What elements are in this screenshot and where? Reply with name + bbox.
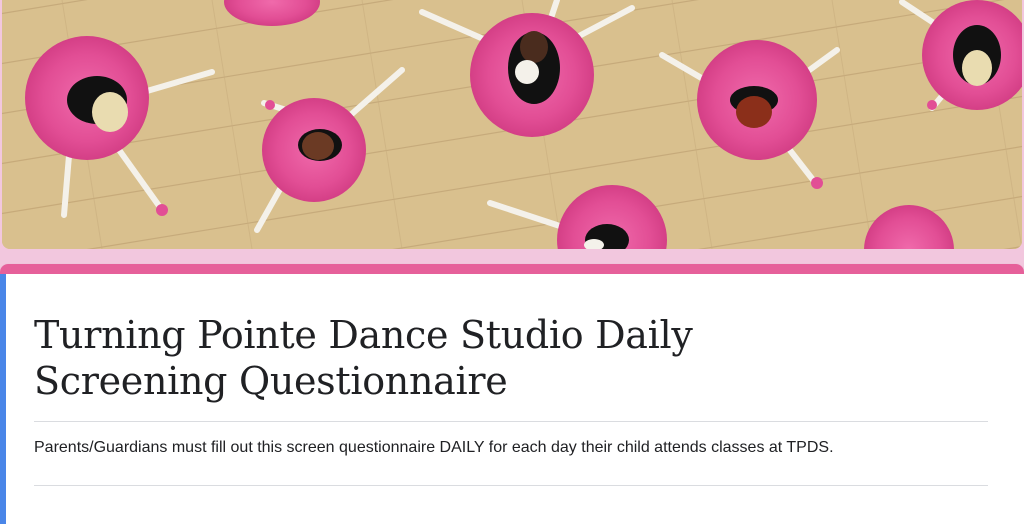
theme-color-strip [0,264,1024,274]
title-divider [34,421,988,422]
focus-accent-bar [0,274,6,524]
header-banner [2,0,1022,249]
form-header-card: Turning Pointe Dance Studio Daily Screen… [0,264,1024,524]
form-title: Turning Pointe Dance Studio Daily Screen… [34,313,693,403]
description-divider [34,485,988,486]
form-description: Parents/Guardians must fill out this scr… [34,439,834,456]
ballerina-illustration [2,0,1022,249]
